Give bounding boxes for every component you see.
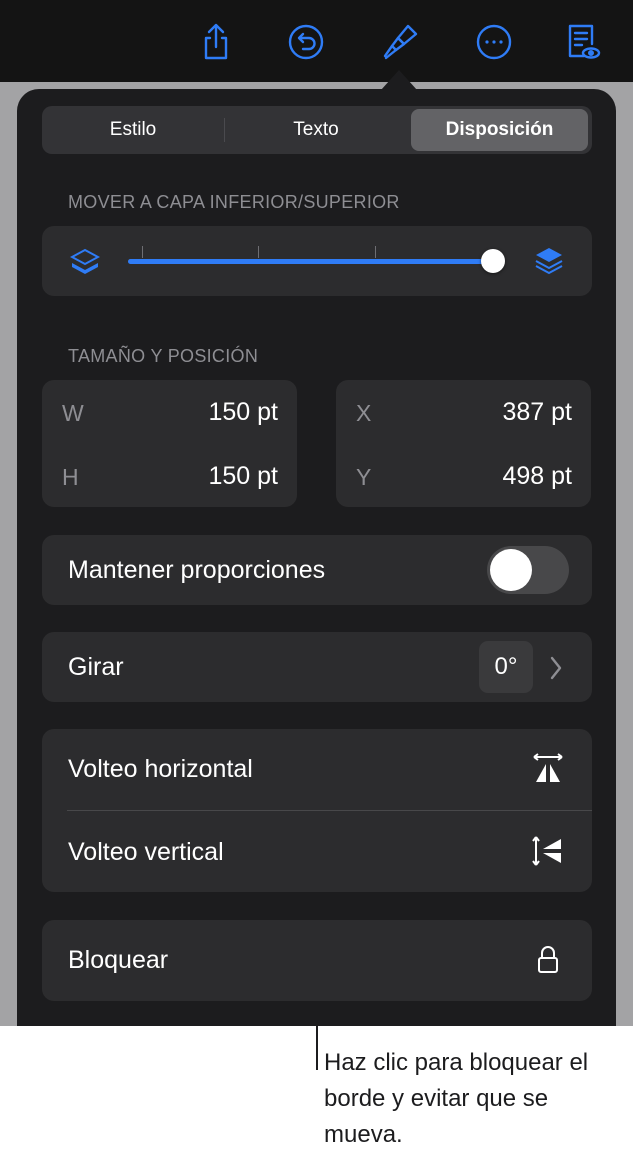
rotate-label: Girar bbox=[68, 653, 124, 681]
popover-arrow bbox=[381, 70, 417, 90]
tab-texto[interactable]: Texto bbox=[228, 109, 404, 151]
layers-front-icon[interactable] bbox=[534, 246, 564, 276]
layer-slider-track[interactable] bbox=[128, 259, 493, 264]
document-view-icon[interactable] bbox=[562, 22, 602, 62]
callout-text: Haz clic para bloquear el borde y evitar… bbox=[324, 1049, 589, 1148]
y-label: Y bbox=[356, 464, 372, 490]
x-field[interactable]: 387 pt bbox=[420, 398, 572, 427]
layer-slider-fill bbox=[128, 259, 493, 264]
height-field[interactable]: 150 pt bbox=[130, 462, 278, 491]
proportions-label: Mantener proporciones bbox=[68, 556, 326, 584]
share-icon[interactable] bbox=[196, 22, 236, 62]
chevron-right-icon bbox=[548, 654, 564, 682]
rotate-value-field[interactable]: 0° bbox=[479, 641, 533, 693]
lock-label[interactable]: Bloquear bbox=[68, 946, 168, 975]
undo-icon[interactable] bbox=[286, 22, 326, 62]
flip-vertical-icon[interactable] bbox=[531, 834, 565, 868]
layers-back-icon[interactable] bbox=[69, 248, 101, 278]
toolbar bbox=[0, 0, 633, 82]
proportions-toggle[interactable] bbox=[487, 546, 569, 594]
callout-leader-line bbox=[316, 1002, 318, 1070]
layer-slider-thumb[interactable] bbox=[481, 249, 505, 273]
tab-disposicion[interactable]: Disposición bbox=[411, 109, 588, 151]
flip-horizontal-icon[interactable] bbox=[531, 752, 565, 786]
y-field[interactable]: 498 pt bbox=[420, 462, 572, 491]
width-field[interactable]: 150 pt bbox=[130, 398, 278, 427]
lock-icon[interactable] bbox=[537, 945, 559, 975]
flip-separator bbox=[67, 810, 592, 811]
more-icon[interactable] bbox=[474, 22, 514, 62]
x-label: X bbox=[356, 400, 372, 426]
height-label: H bbox=[62, 464, 79, 490]
flip-vertical-label[interactable]: Volteo vertical bbox=[68, 838, 224, 867]
flip-horizontal-label[interactable]: Volteo horizontal bbox=[68, 755, 253, 784]
tab-estilo[interactable]: Estilo bbox=[45, 109, 221, 151]
size-position-title: TAMAÑO Y POSICIÓN bbox=[68, 346, 259, 366]
format-brush-icon[interactable] bbox=[380, 22, 420, 62]
width-label: W bbox=[62, 400, 84, 426]
tab-segmented-control: Estilo Texto Disposición bbox=[42, 106, 592, 154]
toggle-knob bbox=[490, 549, 532, 591]
layer-section-title: MOVER A CAPA INFERIOR/SUPERIOR bbox=[68, 192, 400, 212]
